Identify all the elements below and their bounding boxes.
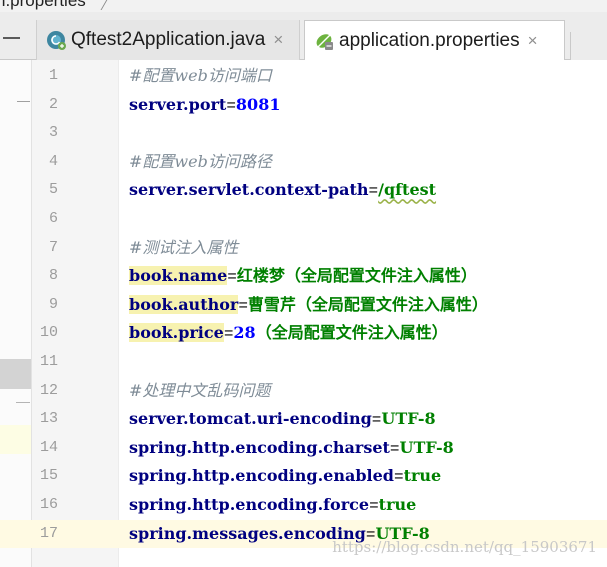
code-text[interactable]: #测试注入属性 — [129, 234, 238, 264]
line-number: 2 — [48, 95, 58, 113]
comment-token: #测试注入属性 — [129, 237, 239, 257]
property-key: server.servlet.context-path — [129, 180, 369, 200]
line-number: 4 — [48, 152, 58, 170]
line-number: 6 — [48, 210, 58, 227]
java-class-icon — [47, 31, 66, 50]
code-line[interactable]: 8 book.name=红楼梦（全局配置文件注入属性） — [0, 262, 607, 291]
property-key: book.price — [129, 323, 224, 343]
close-icon[interactable]: × — [528, 31, 538, 51]
code-text[interactable]: server.tomcat.uri-encoding=UTF-8 — [129, 405, 436, 435]
equals-sign: = — [393, 468, 404, 487]
breadcrumb: n.properties — [0, 0, 607, 12]
property-key: spring.http.encoding.force — [129, 495, 370, 514]
tab-qftest2application-java[interactable]: Qftest2Application.java × — [36, 20, 300, 60]
property-value: /qftest — [378, 180, 437, 200]
breadcrumb-label[interactable]: n.properties — [0, 0, 86, 11]
code-line[interactable]: 9 book.author=曹雪芹（全局配置文件注入属性） — [0, 291, 607, 320]
code-line[interactable]: 13 server.tomcat.uri-encoding=UTF-8 — [0, 405, 607, 434]
property-key: spring.http.encoding.enabled — [129, 466, 394, 486]
equals-sign: = — [227, 268, 237, 287]
editor-tab-bar: Qftest2Application.java × application.pr… — [0, 12, 607, 72]
code-line[interactable]: 10 book.price=28（全局配置文件注入属性） — [0, 319, 607, 348]
property-number: 28 — [233, 323, 256, 343]
close-icon[interactable]: × — [273, 30, 283, 50]
code-text[interactable]: book.price=28（全局配置文件注入属性） — [129, 319, 448, 349]
property-key: book.name — [129, 266, 228, 286]
code-text[interactable]: book.name=红楼梦（全局配置文件注入属性） — [129, 262, 477, 292]
property-key: spring.messages.encoding — [129, 523, 366, 543]
property-key: server.tomcat.uri-encoding — [129, 409, 372, 429]
property-key: spring.http.encoding.charset — [129, 437, 390, 457]
code-line[interactable]: 2 server.port=8081 — [0, 91, 607, 120]
code-line[interactable]: 4 #配置web访问路径 — [0, 148, 607, 177]
code-line[interactable]: 14 spring.http.encoding.charset=UTF-8 — [0, 434, 607, 463]
property-value: 红楼梦（全局配置文件注入属性） — [236, 266, 477, 286]
code-text[interactable]: spring.http.encoding.charset=UTF-8 — [129, 434, 454, 464]
line-number: 9 — [48, 295, 58, 313]
line-number: 3 — [48, 124, 58, 142]
line-number: 14 — [39, 438, 58, 456]
code-line[interactable]: 15 spring.http.encoding.enabled=true — [0, 462, 607, 491]
code-line[interactable]: 3 — [0, 119, 607, 148]
line-number: 16 — [39, 496, 58, 513]
line-number: 10 — [39, 324, 58, 342]
code-text[interactable]: #处理中文乱码问题 — [129, 377, 270, 407]
line-number: 17 — [39, 524, 58, 542]
equals-sign: = — [369, 497, 379, 515]
property-value: UTF-8 — [399, 437, 454, 457]
equals-sign: = — [389, 439, 400, 458]
line-number: 13 — [39, 410, 58, 428]
equals-sign: = — [238, 296, 248, 315]
comment-token: #配置web访问端口 — [129, 66, 272, 85]
line-number: 12 — [39, 381, 58, 399]
code-text[interactable]: spring.http.encoding.force=true — [129, 491, 416, 521]
tab-label: Qftest2Application.java — [71, 29, 266, 50]
equals-sign: = — [371, 411, 382, 430]
line-number: 1 — [48, 67, 58, 84]
line-number: 5 — [48, 181, 58, 199]
code-text[interactable]: server.port=8081 — [129, 91, 280, 121]
line-number: 7 — [48, 238, 58, 256]
equals-sign: = — [226, 96, 236, 115]
tab-application-properties[interactable]: application.properties × — [304, 20, 565, 61]
code-text[interactable]: book.author=曹雪芹（全局配置文件注入属性） — [129, 291, 488, 321]
breadcrumb-separator — [92, 0, 109, 10]
property-value: UTF-8 — [381, 409, 436, 429]
line-number: 15 — [39, 467, 58, 485]
property-value: （全局配置文件注入属性） — [255, 323, 448, 343]
property-value: 曹雪芹（全局配置文件注入属性） — [247, 294, 488, 314]
code-text[interactable]: #配置web访问路径 — [129, 148, 272, 178]
code-area[interactable]: 1 #配置web访问端口 2 server.port=8081 3 4 #配置web访问路径… — [0, 60, 607, 567]
code-text[interactable]: spring.http.encoding.enabled=true — [129, 462, 441, 492]
property-key: book.author — [129, 294, 239, 314]
property-key: server.port — [129, 94, 227, 114]
code-line[interactable]: 7 #测试注入属性 — [0, 234, 607, 263]
equals-sign: = — [223, 325, 234, 344]
code-text[interactable]: #配置web访问端口 — [129, 62, 272, 92]
property-value: true — [403, 466, 442, 486]
editor[interactable]: 1 #配置web访问端口 2 server.port=8081 3 4 #配置web访问路径… — [0, 60, 607, 567]
code-line[interactable]: 16 spring.http.encoding.force=true — [0, 491, 607, 520]
code-line[interactable]: 12 #处理中文乱码问题 — [0, 377, 607, 406]
property-number: 8081 — [235, 94, 281, 114]
spring-leaf-icon — [316, 34, 333, 50]
equals-sign: = — [368, 182, 379, 201]
comment-token: #处理中文乱码问题 — [129, 380, 271, 400]
line-number: 11 — [39, 353, 58, 370]
watermark: https://blog.csdn.net/qq_15903671 — [332, 538, 597, 556]
code-line[interactable]: 1 #配置web访问端口 — [0, 62, 607, 91]
tab-label: application.properties — [339, 30, 520, 51]
comment-token: #配置web访问路径 — [129, 151, 272, 171]
code-line[interactable]: 11 — [0, 348, 607, 377]
property-value: true — [378, 495, 417, 514]
code-line[interactable]: 6 — [0, 205, 607, 234]
code-line[interactable]: 5 server.servlet.context-path=/qftest — [0, 176, 607, 205]
line-number: 8 — [48, 267, 58, 285]
code-text[interactable]: server.servlet.context-path=/qftest — [129, 176, 436, 206]
minimize-icon[interactable] — [3, 37, 20, 39]
